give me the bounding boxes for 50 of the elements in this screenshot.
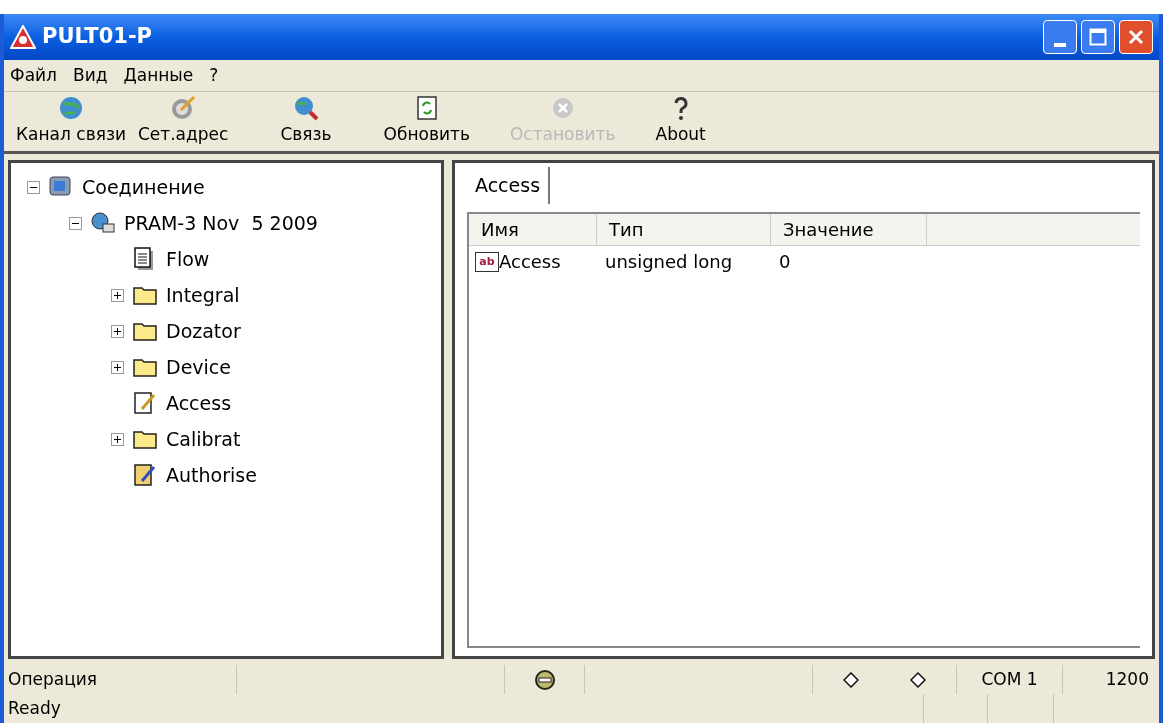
status-text: Операция: [7, 667, 98, 691]
tree-item[interactable]: Access: [166, 388, 232, 418]
maximize-button[interactable]: [1081, 20, 1115, 54]
no-entry-icon: [533, 668, 556, 691]
tree-item[interactable]: Flow: [166, 244, 210, 274]
menu-item[interactable]: Файл: [10, 62, 57, 89]
baud-rate: 1200: [1105, 667, 1149, 691]
toolbar-button[interactable]: Канал связи: [10, 93, 132, 147]
tree-item[interactable]: Authorise: [166, 460, 257, 490]
toolbar-button[interactable]: Обновить: [377, 93, 476, 147]
toolbar-button[interactable]: Сет.адрес: [131, 93, 235, 147]
close-button[interactable]: [1119, 20, 1153, 54]
tree-item[interactable]: Integral: [166, 280, 240, 310]
tree-item[interactable]: Device: [166, 352, 231, 382]
diamond-icon: [910, 671, 927, 688]
table-cell-text: unsigned long: [604, 250, 734, 274]
tree-item[interactable]: Calibrat: [166, 424, 241, 454]
text-field-icon: ab: [475, 251, 499, 272]
menu-item[interactable]: Данные: [123, 62, 194, 89]
status-text: Ready: [7, 696, 62, 720]
expand-toggle[interactable]: [111, 360, 124, 374]
window-title: PULT01-P: [42, 23, 152, 51]
column-header[interactable]: Тип: [597, 213, 771, 245]
tree-item[interactable]: Соединение: [82, 172, 205, 202]
column-header[interactable]: Значение: [771, 213, 927, 245]
table-cell-text: 0: [778, 250, 792, 274]
notepad-pen-icon: [132, 390, 158, 416]
toolbar-button[interactable]: About: [649, 93, 712, 147]
certificate-icon: [132, 462, 158, 488]
collapse-toggle[interactable]: [69, 216, 82, 230]
expand-toggle[interactable]: [111, 324, 124, 338]
close-icon: [1127, 28, 1145, 46]
port-label: COM 1: [981, 667, 1038, 691]
tree-item[interactable]: Dozator: [166, 316, 241, 346]
minimize-icon: [1054, 43, 1066, 47]
collapse-toggle[interactable]: [27, 180, 40, 194]
expand-toggle[interactable]: [111, 288, 124, 302]
menu-item[interactable]: Вид: [72, 62, 108, 89]
tree-item[interactable]: PRAM-3 Nov 5 2009: [124, 208, 318, 238]
expand-toggle[interactable]: [111, 432, 124, 446]
maximize-icon: [1089, 28, 1107, 46]
diamond-icon: [842, 671, 859, 688]
toolbar-button[interactable]: Связь: [274, 93, 338, 147]
dial-icon: [169, 93, 198, 122]
menu-item[interactable]: ?: [209, 62, 219, 89]
table-cell-text: Access: [499, 250, 561, 274]
app-logo-icon: [10, 25, 36, 49]
minimize-button[interactable]: [1043, 20, 1077, 54]
column-header[interactable]: Имя: [469, 213, 597, 245]
network-icon: [90, 210, 116, 236]
